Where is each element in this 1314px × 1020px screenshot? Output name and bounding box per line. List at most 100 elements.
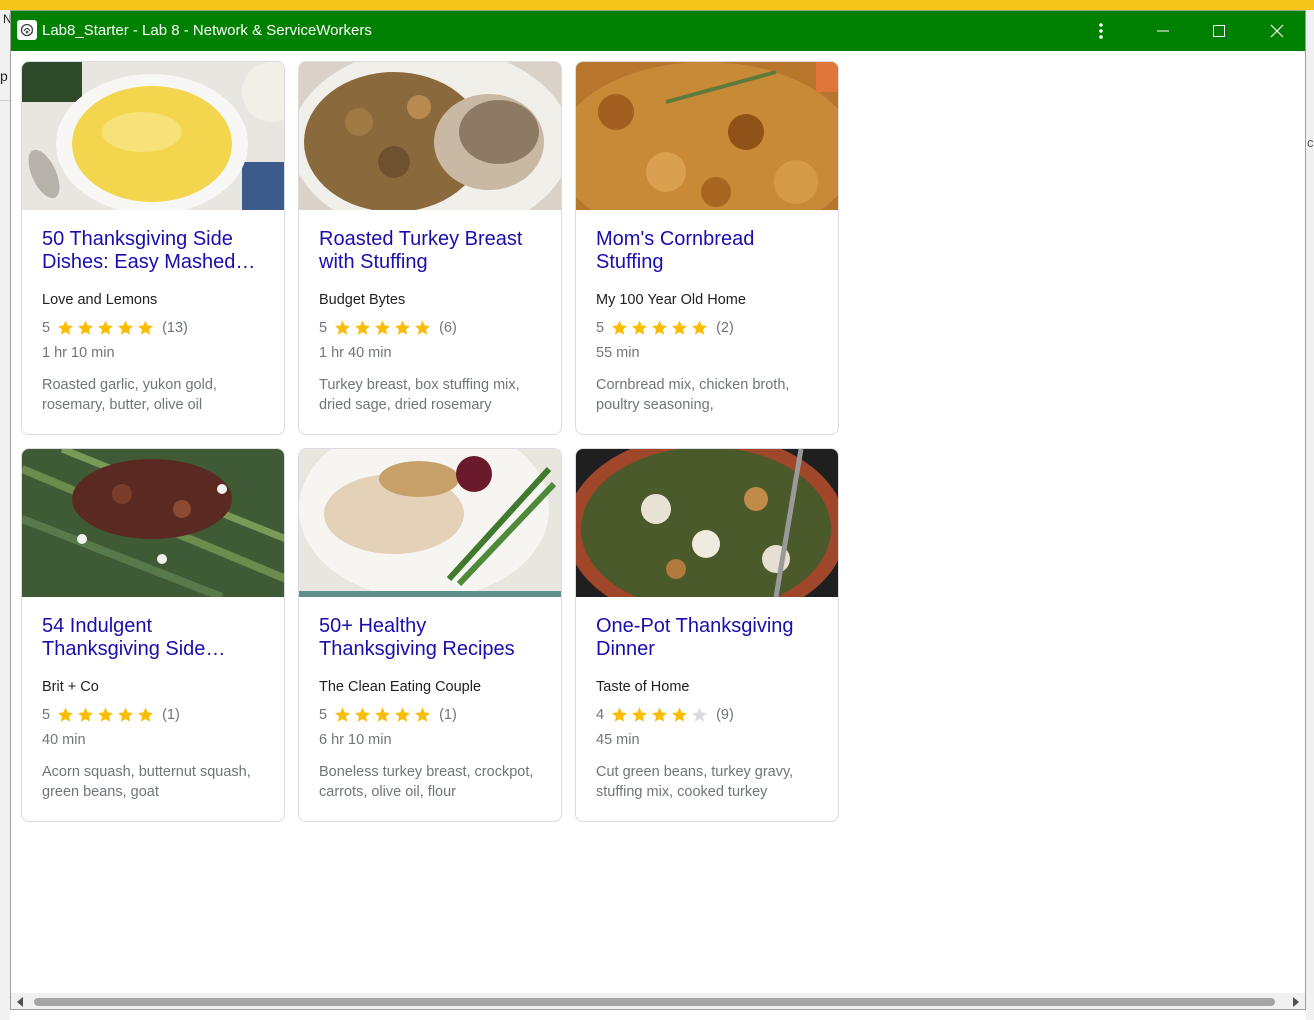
recipe-card[interactable]: 50 Thanksgiving Side Dishes: Easy Mashed… <box>21 61 285 435</box>
recipe-time: 45 min <box>596 732 640 748</box>
star-filled-icon <box>632 707 648 722</box>
recipe-rating: 5 (13) <box>42 318 188 338</box>
star-filled-icon <box>98 320 114 335</box>
recipe-rating: 5 (1) <box>42 705 180 725</box>
app-menu-button[interactable] <box>1073 11 1129 51</box>
recipe-rating: 5 (2) <box>596 318 734 338</box>
recipe-source: Brit + Co <box>42 679 99 695</box>
recipe-source: Taste of Home <box>596 679 690 695</box>
scroll-left-arrow-icon[interactable] <box>15 996 25 1008</box>
one-pot-dinner-photo <box>576 449 838 597</box>
background-text-fragment: c <box>1307 135 1314 150</box>
rating-value: 5 <box>319 320 328 336</box>
app-logo-icon <box>17 20 37 40</box>
pwa-window: Lab8_Starter - Lab 8 - Network & Service… <box>10 10 1306 1010</box>
recipe-ingredients: Turkey breast, box stuffing mix, dried s… <box>319 377 520 413</box>
recipe-ingredients: Cornbread mix, chicken broth, poultry se… <box>596 377 790 413</box>
star-filled-icon <box>612 320 628 335</box>
star-rating <box>610 706 710 724</box>
star-filled-icon <box>692 320 708 335</box>
star-filled-icon <box>118 707 134 722</box>
star-filled-icon <box>415 320 431 335</box>
recipe-source: My 100 Year Old Home <box>596 292 746 308</box>
recipe-ingredients: Roasted garlic, yukon gold, rosemary, bu… <box>42 377 217 413</box>
recipe-ingredients: Cut green beans, turkey gravy, stuffing … <box>596 764 794 800</box>
maximize-button[interactable] <box>1191 11 1247 51</box>
recipe-ingredients: Boneless turkey breast, crockpot, carrot… <box>319 764 534 800</box>
recipe-title[interactable]: 50 Thanksgiving Side Dishes: Easy Mashed… <box>42 228 270 274</box>
maximize-icon <box>1213 25 1225 37</box>
star-filled-icon <box>98 707 114 722</box>
star-filled-icon <box>58 320 74 335</box>
mashed-potatoes-photo <box>22 62 284 210</box>
star-rating <box>610 319 710 337</box>
minimize-button[interactable] <box>1135 11 1191 51</box>
window-title: Lab8_Starter - Lab 8 - Network & Service… <box>42 22 372 39</box>
turkey-stuffing-photo <box>299 62 561 210</box>
star-empty-icon <box>692 707 708 722</box>
recipe-grid: 50 Thanksgiving Side Dishes: Easy Mashed… <box>11 51 1305 993</box>
star-filled-icon <box>58 707 74 722</box>
recipe-time: 1 hr 10 min <box>42 345 115 361</box>
star-filled-icon <box>672 320 688 335</box>
background-text-fragment: p <box>0 68 8 84</box>
star-filled-icon <box>395 320 411 335</box>
recipe-card[interactable]: 54 Indulgent Thanksgiving Side Dishes Br… <box>21 448 285 822</box>
star-filled-icon <box>375 707 391 722</box>
star-filled-icon <box>652 320 668 335</box>
star-filled-icon <box>415 707 431 722</box>
star-filled-icon <box>395 707 411 722</box>
background-divider <box>0 100 10 101</box>
review-count: (2) <box>716 320 734 336</box>
star-filled-icon <box>355 320 371 335</box>
recipe-rating: 5 (1) <box>319 705 457 725</box>
recipe-card[interactable]: Mom's Cornbread Stuffing My 100 Year Old… <box>575 61 839 435</box>
recipe-source: Budget Bytes <box>319 292 406 308</box>
title-bar[interactable]: Lab8_Starter - Lab 8 - Network & Service… <box>11 11 1305 51</box>
rating-value: 5 <box>42 707 51 723</box>
star-rating <box>333 706 433 724</box>
rating-value: 5 <box>319 707 328 723</box>
star-filled-icon <box>335 320 351 335</box>
recipe-card[interactable]: Roasted Turkey Breast with Stuffing Budg… <box>298 61 562 435</box>
recipe-title[interactable]: Mom's Cornbread Stuffing <box>596 228 824 274</box>
star-filled-icon <box>652 707 668 722</box>
star-filled-icon <box>632 320 648 335</box>
star-filled-icon <box>78 320 94 335</box>
background-strip-left <box>0 10 10 1020</box>
star-rating <box>333 319 433 337</box>
recipe-title[interactable]: One-Pot Thanksgiving Dinner <box>596 615 824 661</box>
recipe-title[interactable]: Roasted Turkey Breast with Stuffing <box>319 228 547 274</box>
cornbread-stuffing-photo <box>576 62 838 210</box>
recipe-card[interactable]: One-Pot Thanksgiving Dinner Taste of Hom… <box>575 448 839 822</box>
star-filled-icon <box>672 707 688 722</box>
review-count: (1) <box>439 707 457 723</box>
minimize-icon <box>1157 30 1169 32</box>
more-vert-icon <box>1099 23 1103 39</box>
recipe-title[interactable]: 50+ Healthy Thanksgiving Recipes <box>319 615 547 661</box>
turkey-plate-photo <box>299 449 561 597</box>
recipe-time: 1 hr 40 min <box>319 345 392 361</box>
close-icon <box>1270 24 1284 38</box>
recipe-title[interactable]: 54 Indulgent Thanksgiving Side Dishes <box>42 615 270 661</box>
recipe-card[interactable]: 50+ Healthy Thanksgiving Recipes The Cle… <box>298 448 562 822</box>
star-filled-icon <box>612 707 628 722</box>
star-filled-icon <box>355 707 371 722</box>
close-button[interactable] <box>1249 11 1305 51</box>
star-rating <box>56 319 156 337</box>
horizontal-scrollbar[interactable] <box>11 993 1305 1009</box>
recipe-rating: 5 (6) <box>319 318 457 338</box>
recipe-source: The Clean Eating Couple <box>319 679 482 695</box>
star-filled-icon <box>375 320 391 335</box>
green-beans-photo <box>22 449 284 597</box>
background-topbar <box>0 0 1314 10</box>
rating-value: 5 <box>42 320 51 336</box>
recipe-time: 6 hr 10 min <box>319 732 392 748</box>
scroll-right-arrow-icon[interactable] <box>1291 996 1301 1008</box>
review-count: (6) <box>439 320 457 336</box>
recipe-time: 40 min <box>42 732 86 748</box>
review-count: (13) <box>162 320 188 336</box>
star-rating <box>56 706 156 724</box>
scrollbar-thumb[interactable] <box>34 998 1275 1006</box>
recipe-rating: 4 (9) <box>596 705 734 725</box>
